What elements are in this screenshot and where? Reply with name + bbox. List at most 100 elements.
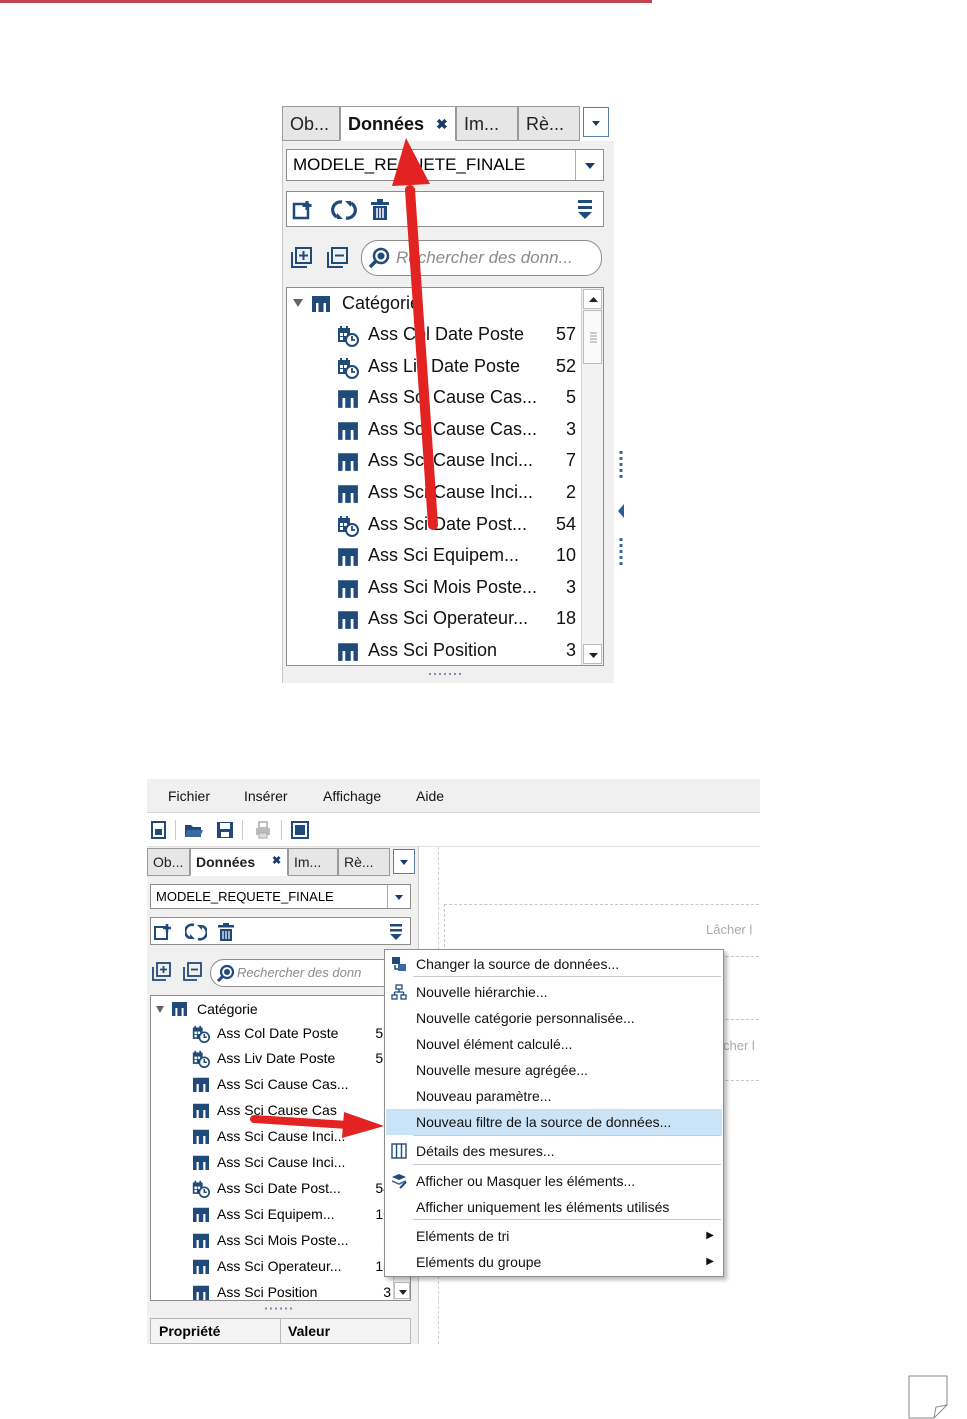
data-source-select[interactable]: MODELE_REQUETE_FINALE	[150, 884, 411, 909]
context-menu-item[interactable]: Nouveau paramètre...	[386, 1083, 722, 1109]
resize-grip-icon[interactable]	[427, 671, 463, 677]
date-time-icon	[338, 515, 359, 537]
tab-list-dropdown[interactable]	[583, 107, 609, 137]
expand-all-icon[interactable]	[290, 246, 314, 270]
drop-zone-label: cher l	[723, 1038, 755, 1053]
tab-rules[interactable]: Rè...	[518, 106, 580, 141]
add-data-source-icon[interactable]	[154, 923, 174, 941]
menu-separator	[413, 1164, 721, 1165]
tab-objects[interactable]: Ob...	[282, 106, 340, 141]
context-menu-item[interactable]: Nouvelle mesure agrégée...	[386, 1057, 722, 1083]
tree-data-item[interactable]: Ass Sci Equipem...10	[287, 540, 582, 570]
scroll-down-button[interactable]	[394, 1282, 410, 1299]
category-icon	[193, 1259, 209, 1274]
tree-data-item[interactable]: Ass Sci Cause Inci...2	[151, 1149, 395, 1175]
tab-data[interactable]: Données ✖	[190, 848, 288, 876]
tree-data-item[interactable]: Ass Liv Date Poste52	[151, 1045, 395, 1071]
tree-data-item[interactable]: Ass Sci Operateur...18	[151, 1253, 395, 1279]
item-label: Ass Sci Date Post...	[217, 1179, 341, 1196]
tree-data-item[interactable]: Ass Sci Operateur...18	[287, 603, 582, 633]
close-tab-icon[interactable]: ✖	[272, 848, 281, 874]
chevron-down-icon	[589, 653, 598, 658]
category-icon	[193, 1129, 209, 1145]
dropdown-button[interactable]	[575, 150, 603, 180]
context-menu-item[interactable]: Nouvelle hiérarchie...	[386, 979, 722, 1005]
context-menu-item[interactable]: Eléments du groupe ▶	[386, 1249, 722, 1275]
show-hide-icon	[391, 1174, 407, 1189]
category-icon	[338, 422, 358, 440]
add-data-source-icon[interactable]	[292, 199, 316, 221]
context-menu-label: Nouvelle mesure agrégée...	[416, 1062, 588, 1078]
date-time-icon	[337, 515, 359, 537]
dropdown-button[interactable]	[387, 885, 410, 908]
context-menu-item[interactable]: Changer la source de données...	[386, 951, 722, 977]
collapse-all-icon[interactable]	[326, 246, 350, 270]
tree-data-item[interactable]: Ass Sci Position 3	[151, 1279, 395, 1301]
save-icon[interactable]	[216, 821, 234, 839]
resize-grip-icon[interactable]	[264, 1306, 294, 1311]
refresh-icon[interactable]	[331, 199, 357, 221]
grip-icon	[590, 332, 597, 343]
menu-affichage[interactable]: Affichage	[323, 788, 381, 804]
menu-options-icon[interactable]	[575, 198, 595, 222]
category-icon	[193, 1207, 209, 1222]
tree-data-item[interactable]: Ass Sci Cause Cas...5	[151, 1071, 395, 1097]
splitter-grip-icon[interactable]	[615, 448, 627, 574]
tree-data-item[interactable]: Ass Sci Mois Poste...3	[151, 1227, 395, 1253]
caret-down-icon[interactable]	[155, 1004, 165, 1014]
delete-icon[interactable]	[217, 922, 235, 942]
maximize-icon[interactable]	[291, 821, 309, 839]
context-menu-item[interactable]: Nouveau filtre de la source de données..…	[386, 1109, 722, 1135]
print-icon[interactable]	[254, 821, 272, 839]
item-count: 3	[565, 418, 576, 439]
menu-options-icon[interactable]	[388, 922, 404, 942]
measure-details-icon	[391, 1143, 407, 1159]
date-time-icon	[192, 1180, 210, 1198]
caret-down-icon[interactable]	[292, 297, 304, 309]
context-menu-label: Nouvelle catégorie personnalisée...	[416, 1010, 635, 1026]
item-count: 57	[555, 324, 576, 344]
tab-import[interactable]: Im...	[456, 106, 518, 141]
item-count: 54	[555, 513, 576, 534]
tree-category-node[interactable]: Catégorie	[151, 996, 395, 1022]
expand-all-icon[interactable]	[152, 962, 172, 982]
tab-objects[interactable]: Ob...	[147, 848, 190, 876]
drop-zone-label: Lâcher l	[706, 922, 753, 937]
menu-aide[interactable]: Aide	[416, 788, 444, 804]
context-menu-item[interactable]: Nouvelle catégorie personnalisée...	[386, 1005, 722, 1031]
item-label: Ass Liv Date Poste	[217, 1050, 336, 1067]
tree-data-item[interactable]: Ass Col Date Poste57	[151, 1020, 395, 1046]
context-menu-item[interactable]: Détails des mesures...	[386, 1138, 722, 1164]
tree-data-item[interactable]: Ass Sci Mois Poste...3	[287, 572, 582, 602]
menu-inserer[interactable]: Insérer	[244, 788, 288, 804]
category-icon	[193, 1103, 209, 1119]
context-menu-item[interactable]: Eléments de tri ▶	[386, 1223, 722, 1249]
refresh-icon[interactable]	[185, 923, 207, 941]
scroll-down-button[interactable]	[583, 644, 602, 664]
tree-data-item[interactable]: Ass Sci Date Post...54	[151, 1175, 395, 1201]
open-folder-icon[interactable]	[184, 821, 204, 839]
context-menu-item[interactable]: Afficher ou Masquer les éléments...	[386, 1168, 722, 1194]
tree-data-item[interactable]: Ass Sci Equipem...10	[151, 1201, 395, 1227]
collapse-all-icon[interactable]	[183, 962, 203, 982]
item-label: Ass Col Date Poste	[217, 1024, 339, 1041]
context-menu-item[interactable]: Afficher uniquement les éléments utilisé…	[386, 1194, 722, 1220]
page-corner-icon	[908, 1375, 948, 1419]
item-label: Ass Sci Mois Poste...	[368, 576, 538, 597]
tab-import[interactable]: Im...	[288, 848, 338, 876]
category-icon	[193, 1155, 209, 1170]
context-menu-label: Afficher uniquement les éléments utilisé…	[416, 1199, 670, 1215]
tab-list-dropdown[interactable]	[393, 849, 415, 874]
new-report-icon[interactable]	[150, 821, 168, 839]
tab-rules[interactable]: Rè...	[338, 848, 390, 876]
search-input[interactable]: Rechercher des donn	[210, 959, 410, 987]
tree-scrollbar[interactable]	[581, 288, 603, 665]
tree-data-item[interactable]: Ass Sci Position 3	[287, 635, 582, 665]
submenu-arrow-icon: ▶	[706, 1230, 714, 1241]
scroll-thumb[interactable]	[583, 310, 602, 364]
scroll-up-button[interactable]	[583, 289, 602, 309]
context-menu-item[interactable]: Nouvel élément calculé...	[386, 1031, 722, 1057]
menu-fichier[interactable]: Fichier	[168, 788, 210, 804]
date-time-icon	[192, 1025, 210, 1043]
data-items-tree: Catégorie Ass Col Date Poste57Ass Liv Da…	[150, 995, 411, 1301]
